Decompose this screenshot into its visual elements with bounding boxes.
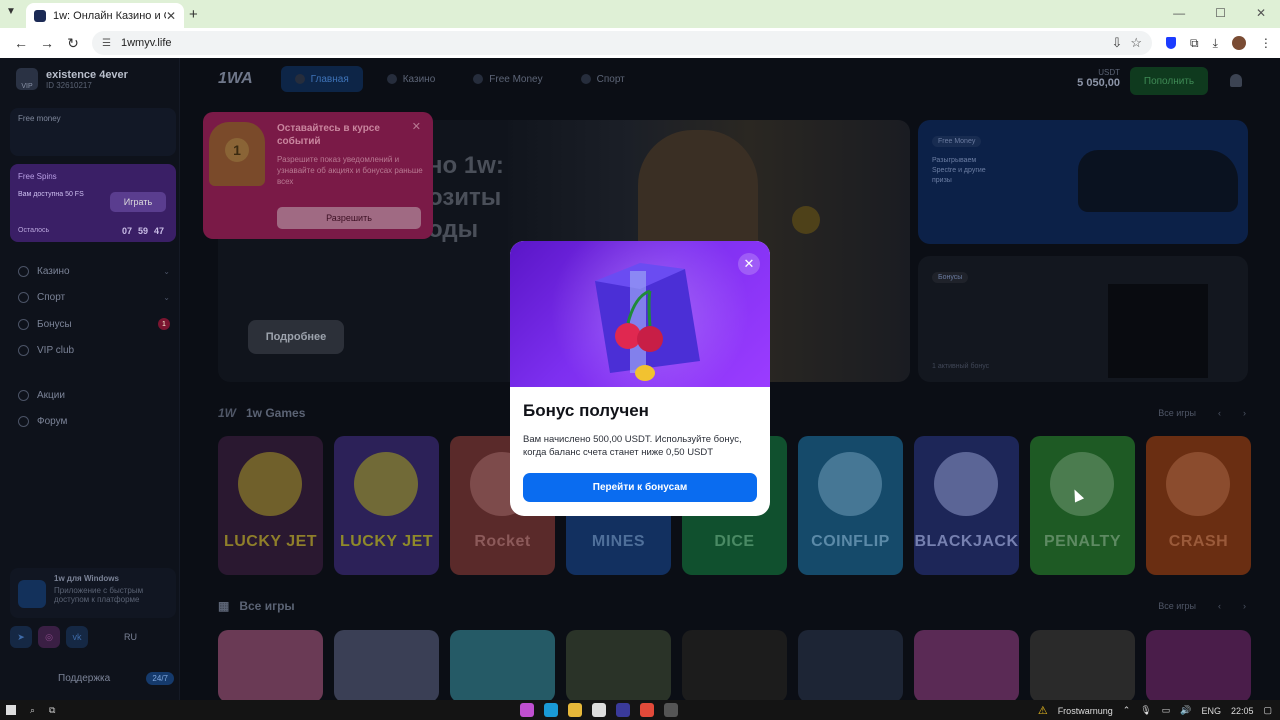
- window-controls: — ☐ ✕: [1173, 6, 1266, 20]
- go-to-bonuses-button[interactable]: Перейти к бонусам: [523, 473, 757, 502]
- address-bar[interactable]: ☰ 1wmyv.life ⇩ ☆: [92, 31, 1152, 55]
- browser-tab[interactable]: 1w: Онлайн Казино и Ставки ✕: [26, 3, 184, 28]
- tab-bar: ▼ 1w: Онлайн Казино и Ставки ✕ + — ☐ ✕: [0, 0, 1280, 28]
- back-icon[interactable]: ←: [8, 35, 34, 51]
- minimize-icon[interactable]: —: [1173, 6, 1185, 20]
- chrome-icon[interactable]: [640, 703, 654, 717]
- language-indicator[interactable]: ENG: [1201, 706, 1221, 716]
- app-icon[interactable]: [520, 703, 534, 717]
- close-window-icon[interactable]: ✕: [1256, 6, 1266, 20]
- taskbar-apps: [520, 703, 678, 717]
- browser-toolbar: ← → ↻ ☰ 1wmyv.life ⇩ ☆ ⧉ ⤓ ⋮: [0, 28, 1280, 58]
- warning-icon: ⚠: [1037, 705, 1048, 717]
- tab-search-icon[interactable]: ▼: [6, 6, 16, 17]
- puzzle-extensions-icon[interactable]: ⧉: [1190, 36, 1199, 51]
- browser-chrome: ▼ 1w: Онлайн Казино и Ставки ✕ + — ☐ ✕ ←…: [0, 0, 1280, 58]
- site-favicon-icon: [34, 9, 46, 22]
- close-icon[interactable]: ✕: [738, 253, 760, 275]
- tray-chevron-icon[interactable]: ⌃: [1123, 705, 1131, 716]
- bonus-modal: ✕ Бонус получен Вам начислено 500,00 USD…: [510, 241, 770, 516]
- edge-icon[interactable]: [544, 703, 558, 717]
- maximize-icon[interactable]: ☐: [1215, 6, 1226, 20]
- windows-start-icon[interactable]: [6, 705, 16, 715]
- bonus-illustration: ✕: [510, 241, 770, 411]
- search-icon[interactable]: ⌕: [30, 705, 35, 716]
- forward-icon[interactable]: →: [34, 35, 60, 51]
- weather-text[interactable]: Frostwarnung: [1058, 706, 1113, 716]
- site-info-icon[interactable]: ☰: [102, 38, 111, 49]
- url-text: 1wmyv.life: [120, 37, 172, 49]
- notifications-icon[interactable]: ▢: [1263, 705, 1272, 716]
- gift-cherry-image: [595, 263, 700, 381]
- new-tab-icon[interactable]: +: [189, 6, 198, 23]
- volume-icon[interactable]: 🔊: [1180, 705, 1191, 716]
- modal-text: Вам начислено 500,00 USDT. Используйте б…: [523, 434, 742, 458]
- reload-icon[interactable]: ↻: [60, 35, 86, 52]
- windows-taskbar: ⌕ ⧉ ⚠ Frostwarnung ⌃ 🎙 ▭ 🔊 ENG 22:05 ▢: [0, 700, 1280, 720]
- shield-extension-icon[interactable]: [1166, 37, 1176, 49]
- tab-title: 1w: Онлайн Казино и Ставки: [53, 9, 166, 22]
- store-icon[interactable]: [592, 703, 606, 717]
- modal-overlay: ✕ Бонус получен Вам начислено 500,00 USD…: [0, 58, 1280, 700]
- menu-kebab-icon[interactable]: ⋮: [1260, 36, 1272, 50]
- task-view-icon[interactable]: ⧉: [49, 705, 55, 716]
- download-icon[interactable]: ⤓: [1213, 36, 1218, 51]
- profile-avatar-icon[interactable]: [1231, 36, 1246, 50]
- mic-icon[interactable]: 🎙: [1140, 705, 1151, 716]
- modal-title: Бонус получен: [523, 401, 649, 420]
- install-app-icon[interactable]: ⇩: [1111, 35, 1122, 51]
- extensions-area: ⧉ ⤓ ⋮: [1166, 36, 1272, 51]
- system-tray: ⚠ Frostwarnung ⌃ 🎙 ▭ 🔊 ENG 22:05 ▢: [1038, 704, 1272, 717]
- bookmark-star-icon[interactable]: ☆: [1130, 35, 1142, 51]
- settings-icon[interactable]: [664, 703, 678, 717]
- close-tab-icon[interactable]: ✕: [166, 9, 176, 23]
- mouse-cursor-icon: [1069, 487, 1085, 503]
- clock[interactable]: 22:05: [1231, 706, 1254, 716]
- app-icon[interactable]: [616, 703, 630, 717]
- network-icon[interactable]: ▭: [1162, 705, 1171, 716]
- folder-icon[interactable]: [568, 703, 582, 717]
